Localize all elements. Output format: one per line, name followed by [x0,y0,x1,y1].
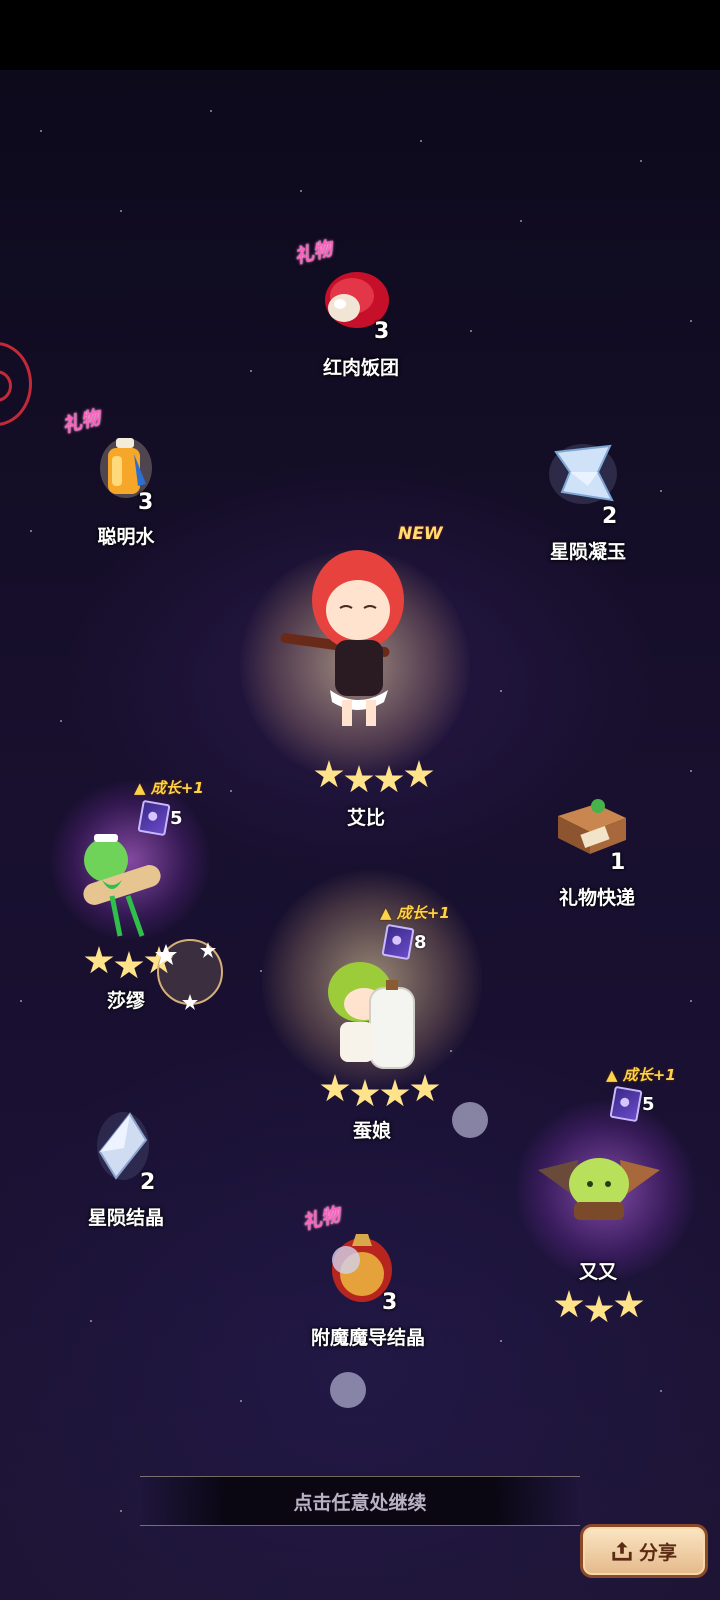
star-rating [314,760,434,793]
item-count: 3 [374,319,390,344]
star-icon [84,946,114,974]
character-name: 蚕娘 [352,1120,392,1142]
status-bar [0,0,720,70]
star-icon [404,760,434,788]
share-icon [612,1541,632,1561]
item-name: 附魔魔导结晶 [310,1327,426,1349]
star-rating [554,1290,644,1323]
item-name: 星陨结晶 [87,1207,165,1229]
growth-badge: ▲ 成长+1 [606,1066,676,1084]
floating-orb [330,1372,366,1408]
item-name: 礼物快递 [558,887,636,909]
character-youyou-portrait [538,1158,660,1220]
star-icon [374,765,404,793]
character-shamiu-portrait [83,834,161,937]
item-name: 星陨凝玉 [549,541,627,563]
card-icon [609,1085,643,1123]
continue-prompt[interactable]: 点击任意处继续 [140,1476,580,1526]
character-name: 莎缪 [106,990,146,1012]
star-icon [410,1074,440,1102]
item-name: 聪明水 [97,526,155,548]
star-icon [614,1290,644,1318]
star-rating [320,1074,440,1107]
card-icon [381,923,415,961]
growth-badge: ▲ 成长+1 [380,904,450,922]
item-count: 2 [140,1170,156,1195]
reward-scene[interactable]: 礼物 3 红肉饭团 礼物 3 聪明水 2 星陨凝玉 NEW 艾比 ▲ 成长+1 … [0,70,720,1600]
growth-text: 成长+1 [622,1066,676,1084]
growth-badge: ▲ 成长+1 [134,779,204,797]
character-name: 又又 [578,1261,618,1283]
star-icon [344,765,374,793]
growth-text: 成长+1 [150,779,204,797]
item-count: 3 [138,490,154,515]
star-icon [314,760,344,788]
item-name: 红肉饭团 [322,357,400,379]
character-name: 艾比 [346,807,386,829]
character-canniang-portrait [328,962,415,1069]
gift-tag: 礼物 [60,406,103,438]
share-label: 分享 [638,1541,677,1564]
star-icon [350,1079,380,1107]
continue-text: 点击任意处继续 [293,1491,427,1514]
floating-orb [452,1102,488,1138]
star-icon [380,1079,410,1107]
star-jade-icon [549,444,617,504]
character-aibi-portrait [280,550,404,726]
item-count: 2 [602,504,618,529]
star-icon [320,1074,350,1102]
item-count: 3 [382,1290,398,1315]
gift-box-icon [558,799,626,854]
card-count: 5 [642,1094,655,1115]
star-icon [584,1295,614,1323]
share-button[interactable]: 分享 [580,1524,708,1578]
growth-text: 成长+1 [396,904,450,922]
gift-tag: 礼物 [292,237,335,269]
card-count: 8 [414,932,427,953]
item-count: 1 [610,850,626,875]
sparkle-ring-decoration [155,939,223,1010]
star-icon [554,1290,584,1318]
star-icon [114,951,144,979]
